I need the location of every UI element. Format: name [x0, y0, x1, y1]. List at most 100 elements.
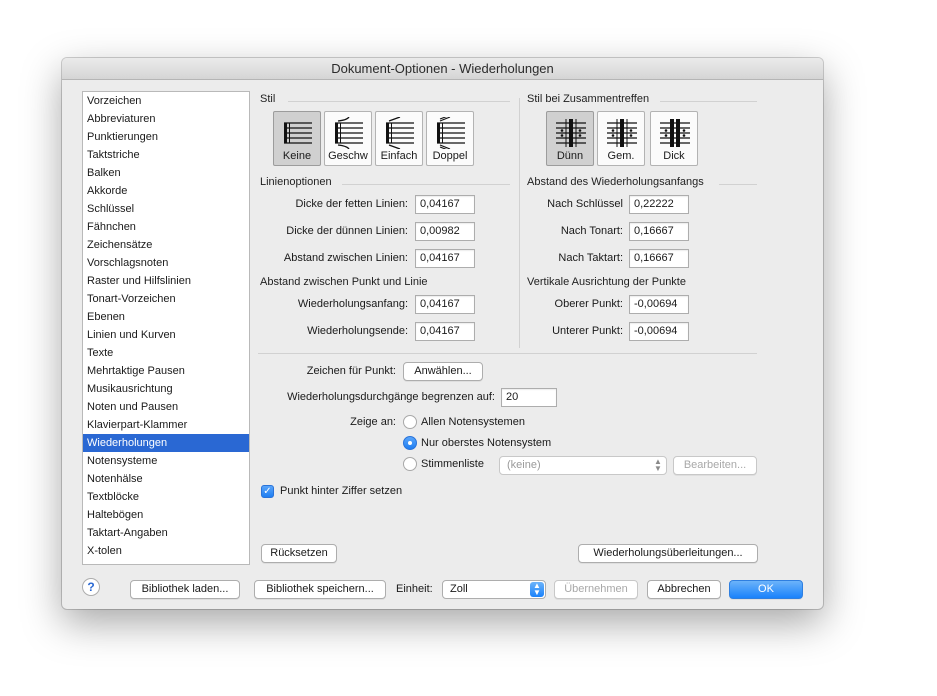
linienoptionen-separator — [342, 184, 510, 185]
unterer-punkt-input[interactable]: -0,00694 — [629, 322, 689, 341]
sidebar-item[interactable]: Akkorde — [83, 182, 249, 200]
taktart-input[interactable]: 0,16667 — [629, 249, 689, 268]
meeting-shared-icon — [607, 119, 637, 147]
bearbeiten-button[interactable]: Bearbeiten... — [673, 456, 757, 475]
sidebar-item[interactable]: Klavierpart-Klammer — [83, 416, 249, 434]
style-button-keine[interactable]: Keine — [273, 111, 321, 166]
repeat-style-none-icon — [284, 122, 312, 144]
radio-allen-label: Allen Notensystemen — [421, 416, 525, 428]
tonart-label: Nach Tonart: — [560, 225, 623, 237]
sidebar-item[interactable]: Balken — [83, 164, 249, 182]
anfang-group-label: Abstand des Wiederholungsanfangs — [527, 176, 704, 188]
bibliothek-speichern-button[interactable]: Bibliothek speichern... — [254, 580, 386, 599]
style-label: Einfach — [380, 150, 418, 162]
wiederholungsanfang-label: Wiederholungsanfang: — [297, 298, 408, 310]
abstand-input[interactable]: 0,04167 — [415, 249, 475, 268]
sidebar-item[interactable]: Abbreviaturen — [83, 110, 249, 128]
radio-nur-oberstes[interactable] — [403, 436, 417, 450]
style-button-doppel[interactable]: Doppel — [426, 111, 474, 166]
einheit-label: Einheit: — [396, 583, 433, 595]
sidebar-item[interactable]: Textblöcke — [83, 488, 249, 506]
meeting-thin-icon — [556, 119, 586, 147]
sidebar-item[interactable]: Vorschlagsnoten — [83, 254, 249, 272]
chevron-updown-icon: ▲ ▼ — [530, 582, 544, 597]
punkt-hinter-label: Punkt hinter Ziffer setzen — [280, 485, 403, 497]
abstand-label: Abstand zwischen Linien: — [283, 252, 408, 264]
schluessel-label: Nach Schlüssel — [547, 198, 623, 210]
sidebar-item[interactable]: Schlüssel — [83, 200, 249, 218]
punkt-linie-label: Abstand zwischen Punkt und Linie — [260, 276, 428, 288]
meeting-style-duenn[interactable]: Dünn — [546, 111, 594, 166]
meeting-style-gem[interactable]: Gem. — [597, 111, 645, 166]
meeting-thick-icon — [660, 119, 690, 147]
meeting-style-dick[interactable]: Dick — [650, 111, 698, 166]
ok-button[interactable]: OK — [729, 580, 803, 599]
ruecksetzen-button[interactable]: Rücksetzen — [261, 544, 337, 563]
help-icon[interactable]: ? — [82, 578, 100, 596]
radio-stimmenliste-label: Stimmenliste — [421, 458, 484, 470]
sidebar-item[interactable]: Texte — [83, 344, 249, 362]
section-separator — [258, 353, 757, 354]
sidebar-item[interactable]: Haltebögen — [83, 506, 249, 524]
taktart-label: Nach Taktart: — [558, 252, 623, 264]
fett-label: Dicke der fetten Linien: — [295, 198, 408, 210]
sidebar-item[interactable]: Noten und Pausen — [83, 398, 249, 416]
oberer-punkt-input[interactable]: -0,00694 — [629, 295, 689, 314]
sidebar-item[interactable]: Notenhälse — [83, 470, 249, 488]
sidebar-item[interactable]: Mehrtaktige Pausen — [83, 362, 249, 380]
category-list[interactable]: Vorzeichen Abbreviaturen Punktierungen Takt… — [82, 91, 250, 565]
sidebar-item[interactable]: Punktierungen — [83, 128, 249, 146]
meeting-style-label: Gem. — [607, 150, 635, 162]
sidebar-item[interactable]: Fähnchen — [83, 218, 249, 236]
sidebar-item[interactable]: Raster und Hilfslinien — [83, 272, 249, 290]
anwaehlen-button[interactable]: Anwählen... — [403, 362, 483, 381]
sidebar-item[interactable]: Vorzeichen — [83, 92, 249, 110]
style-label: Geschw — [328, 150, 368, 162]
sidebar-item[interactable]: Musikausrichtung — [83, 380, 249, 398]
sidebar-item[interactable]: Linien und Kurven — [83, 326, 249, 344]
punkt-hinter-checkbox[interactable]: ✓ — [261, 485, 274, 498]
schluessel-input[interactable]: 0,22222 — [629, 195, 689, 214]
tonart-input[interactable]: 0,16667 — [629, 222, 689, 241]
style-label: Doppel — [432, 150, 468, 162]
wiederholungsende-input[interactable]: 0,04167 — [415, 322, 475, 341]
abbrechen-button[interactable]: Abbrechen — [647, 580, 721, 599]
oberer-punkt-label: Oberer Punkt: — [554, 298, 623, 310]
begrenzen-input[interactable]: 20 — [501, 388, 557, 407]
stimmenliste-select[interactable]: (keine) ▲ ▼ — [499, 456, 667, 475]
uebernehmen-button[interactable]: Übernehmen — [554, 580, 638, 599]
meeting-style-label: Dick — [663, 150, 685, 162]
style-label: Keine — [282, 150, 312, 162]
begrenzen-label: Wiederholungsdurchgänge begrenzen auf: — [287, 391, 495, 403]
wiederholungsanfang-input[interactable]: 0,04167 — [415, 295, 475, 314]
unterer-punkt-label: Unterer Punkt: — [552, 325, 623, 337]
window-title: Dokument-Optionen - Wiederholungen — [62, 58, 823, 80]
einheit-select[interactable]: Zoll ▲ ▼ — [442, 580, 546, 599]
sidebar-item[interactable]: Tonart-Vorzeichen — [83, 290, 249, 308]
radio-stimmenliste[interactable] — [403, 457, 417, 471]
repeat-style-curly-icon — [335, 117, 363, 149]
sidebar-item[interactable]: Ebenen — [83, 308, 249, 326]
ueberleitungen-button[interactable]: Wiederholungsüberleitungen... — [578, 544, 758, 563]
sidebar-item[interactable]: X-tolen — [83, 542, 249, 560]
column-divider — [519, 98, 520, 348]
sidebar-item[interactable]: Wiederholungen — [83, 434, 249, 452]
style-button-geschw[interactable]: Geschw — [324, 111, 372, 166]
radio-allen-notensystemen[interactable] — [403, 415, 417, 429]
sidebar-item[interactable]: Zeichensätze — [83, 236, 249, 254]
sidebar-item[interactable]: Taktstriche — [83, 146, 249, 164]
stil-group-label: Stil — [260, 93, 276, 105]
repeat-style-single-icon — [386, 117, 414, 149]
wiederholungsende-label: Wiederholungsende: — [307, 325, 408, 337]
bibliothek-laden-button[interactable]: Bibliothek laden... — [130, 580, 240, 599]
chevron-updown-icon: ▲ ▼ — [654, 457, 662, 473]
radio-nur-oberstes-label: Nur oberstes Notensystem — [421, 437, 552, 449]
stil-separator — [288, 101, 510, 102]
fett-input[interactable]: 0,04167 — [415, 195, 475, 214]
sidebar-item[interactable]: Taktart-Angaben — [83, 524, 249, 542]
duenn-input[interactable]: 0,00982 — [415, 222, 475, 241]
style-button-einfach[interactable]: Einfach — [375, 111, 423, 166]
sidebar-item[interactable]: Notensysteme — [83, 452, 249, 470]
stimmenliste-select-value: (keine) — [507, 459, 541, 471]
zeichen-label: Zeichen für Punkt: — [306, 365, 396, 377]
